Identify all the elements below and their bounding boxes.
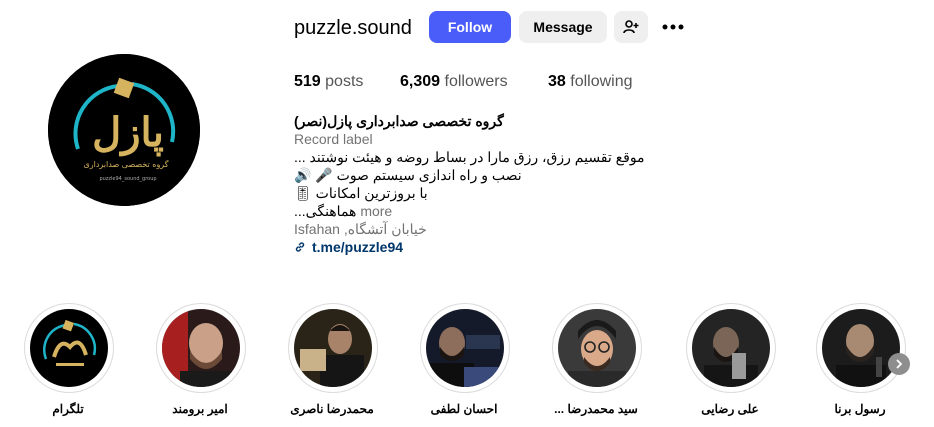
highlight-1[interactable] bbox=[816, 303, 906, 393]
highlight-2-label: علی رضایی bbox=[701, 402, 759, 416]
highlight-4-label: احسان لطفی bbox=[430, 402, 498, 416]
highlight-7-label: تلگرام bbox=[52, 402, 84, 416]
puzzle-logo-small-icon bbox=[30, 309, 108, 387]
bio-link-text: t.me/puzzle94 bbox=[312, 239, 404, 255]
highlight-2-cover bbox=[692, 309, 770, 387]
profile-username: puzzle.sound bbox=[294, 17, 412, 39]
svg-text:گروه تخصصی صدابرداری: گروه تخصصی صدابرداری bbox=[83, 159, 168, 169]
highlight-3[interactable] bbox=[552, 303, 642, 393]
bio-line-2: نصب و راه اندازی سیستم صوت 🎤 🔊 bbox=[294, 167, 522, 183]
followers-number: 6,309 bbox=[400, 73, 441, 90]
posts-count: 519 posts bbox=[294, 73, 363, 91]
highlight-6-cover bbox=[162, 309, 240, 387]
highlight-6[interactable] bbox=[156, 303, 246, 393]
highlight-2[interactable] bbox=[686, 303, 776, 393]
highlight-6-label: امیر برومند bbox=[172, 402, 228, 416]
highlights-next-button[interactable] bbox=[888, 353, 910, 375]
following-label: following bbox=[570, 73, 633, 90]
highlight-7[interactable] bbox=[24, 303, 114, 393]
following-number: 38 bbox=[548, 73, 566, 90]
profile-avatar[interactable]: پازل گروه تخصصی صدابرداری puzzle94_sound… bbox=[48, 54, 200, 206]
bio-line-3: با بروزترین امکانات 🎚 bbox=[294, 185, 428, 201]
profile-bio: گروه تخصصی صدابرداری پازل(نصر) Record la… bbox=[294, 112, 674, 256]
bio-full-name: گروه تخصصی صدابرداری پازل(نصر) bbox=[294, 113, 504, 129]
posts-number: 519 bbox=[294, 73, 321, 90]
follow-button[interactable]: Follow bbox=[429, 11, 511, 43]
followers-label: followers bbox=[444, 73, 508, 90]
suggested-accounts-button[interactable] bbox=[614, 11, 648, 43]
highlight-3-cover bbox=[558, 309, 636, 387]
ellipsis-icon bbox=[662, 24, 684, 30]
bio-line-4: هماهنگی... bbox=[294, 203, 357, 219]
bio-line-1: موقع تقسیم رزق، رزق مارا در بساط روضه و … bbox=[294, 149, 645, 165]
following-link[interactable]: 38 following bbox=[548, 73, 633, 91]
chevron-right-icon bbox=[896, 359, 903, 369]
svg-text:puzzle94_sound_group: puzzle94_sound_group bbox=[99, 176, 156, 182]
bio-more-link[interactable]: more bbox=[360, 203, 392, 219]
highlight-7-cover bbox=[30, 309, 108, 387]
highlight-5[interactable] bbox=[288, 303, 378, 393]
link-icon bbox=[295, 242, 305, 252]
bio-category: Record label bbox=[294, 131, 373, 147]
highlight-3-label: سید محمدرضا ... bbox=[554, 402, 638, 416]
puzzle-logo-icon: پازل گروه تخصصی صدابرداری puzzle94_sound… bbox=[48, 54, 200, 206]
highlight-5-label: محمدرضا ناصری bbox=[290, 402, 374, 416]
highlight-1-label: رسول برنا bbox=[834, 402, 886, 416]
highlight-5-cover bbox=[294, 309, 372, 387]
options-button[interactable] bbox=[660, 13, 686, 41]
svg-text:پازل: پازل bbox=[92, 109, 164, 157]
followers-link[interactable]: 6,309 followers bbox=[400, 73, 508, 91]
posts-label: posts bbox=[325, 73, 364, 90]
message-button[interactable]: Message bbox=[519, 11, 607, 43]
highlight-1-cover bbox=[822, 309, 900, 387]
person-plus-icon bbox=[623, 20, 639, 34]
bio-external-link[interactable]: t.me/puzzle94 bbox=[294, 238, 674, 256]
highlight-4[interactable] bbox=[420, 303, 510, 393]
bio-line-4-row: هماهنگی... more bbox=[294, 202, 674, 220]
bio-location: Isfahan ,خیابان آتشگاه bbox=[294, 221, 427, 237]
highlight-4-cover bbox=[426, 309, 504, 387]
